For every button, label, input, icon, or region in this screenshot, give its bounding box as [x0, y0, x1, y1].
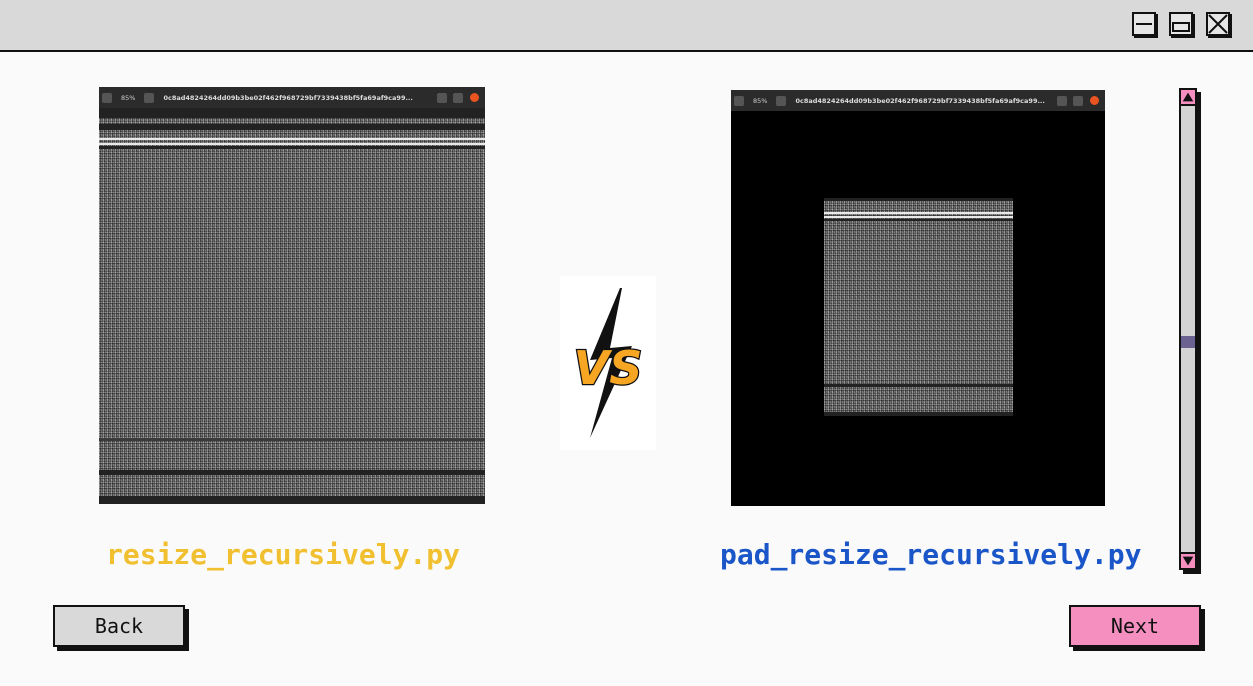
right-file-label: pad_resize_recursively.py — [720, 538, 1141, 571]
right-result-image: 85% 0c8ad4824264dd09b3be02f462f968729bf7… — [731, 90, 1105, 506]
maximize-icon[interactable] — [1169, 12, 1193, 36]
minimize-icon[interactable] — [1132, 12, 1156, 36]
viewer-close-icon — [470, 93, 479, 102]
zoom-out-icon — [102, 92, 112, 103]
viewer-filename: 0c8ad4824264dd09b3be02f462f968729bf73394… — [795, 96, 1045, 105]
zoom-in-icon — [776, 95, 787, 106]
viewer-toolbar: 85% 0c8ad4824264dd09b3be02f462f968729bf7… — [99, 87, 485, 108]
noise-pattern — [824, 198, 1013, 416]
back-button[interactable]: Back — [53, 605, 185, 647]
menu-icon — [453, 92, 463, 103]
viewer-close-icon — [1090, 96, 1099, 105]
rotate-icon — [1057, 95, 1067, 106]
zoom-level: 85% — [121, 93, 136, 102]
close-icon[interactable] — [1206, 12, 1230, 36]
vertical-scrollbar[interactable] — [1179, 88, 1197, 570]
left-result-image: 85% 0c8ad4824264dd09b3be02f462f968729bf7… — [99, 87, 485, 504]
zoom-level: 85% — [753, 96, 768, 105]
zoom-out-icon — [734, 95, 744, 106]
scroll-up-arrow-icon[interactable] — [1181, 90, 1195, 106]
window-titlebar — [0, 0, 1253, 52]
rotate-icon — [437, 92, 447, 103]
scroll-down-arrow-icon[interactable] — [1181, 552, 1195, 568]
zoom-in-icon — [144, 92, 155, 103]
lightning-bolt-icon: VS — [572, 288, 644, 438]
left-file-label: resize_recursively.py — [106, 538, 460, 571]
menu-icon — [1073, 95, 1083, 106]
noise-pattern — [99, 108, 485, 504]
viewer-toolbar: 85% 0c8ad4824264dd09b3be02f462f968729bf7… — [731, 90, 1105, 111]
scroll-thumb[interactable] — [1181, 336, 1195, 348]
vs-text: VS — [574, 341, 643, 395]
next-button[interactable]: Next — [1069, 605, 1201, 647]
vs-badge: VS — [560, 276, 656, 450]
right-file-label-text: pad_resize_recursively.py — [720, 538, 1142, 571]
left-file-label-text: resize_recursively.py — [106, 538, 461, 571]
viewer-filename: 0c8ad4824264dd09b3be02f462f968729bf73394… — [163, 93, 413, 102]
